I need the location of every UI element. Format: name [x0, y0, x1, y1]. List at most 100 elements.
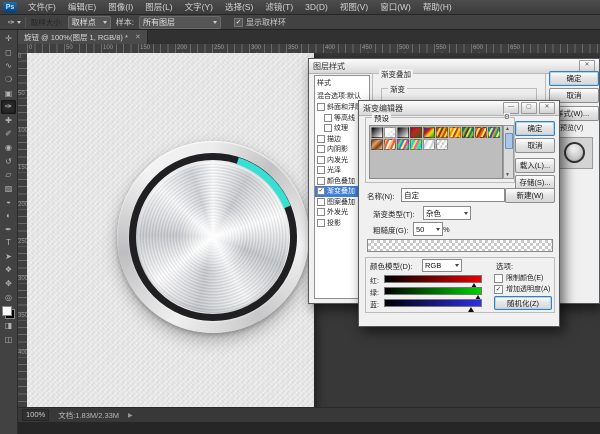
hand-tool-icon[interactable]: ✥: [1, 277, 16, 291]
style-item-checkbox[interactable]: [317, 166, 325, 174]
type-tool-icon[interactable]: T: [1, 236, 16, 250]
screen-mode-icon[interactable]: ◫: [1, 332, 16, 346]
style-item-checkbox[interactable]: [324, 124, 332, 132]
style-item-checkbox[interactable]: [317, 219, 325, 227]
close-icon[interactable]: ✕: [539, 102, 555, 114]
cancel-button[interactable]: 取消: [515, 138, 555, 153]
style-item-checkbox[interactable]: [317, 198, 325, 206]
gradient-preset-swatch[interactable]: [423, 139, 435, 150]
gradient-preset-swatch[interactable]: [410, 139, 422, 150]
gradient-preset-swatch[interactable]: [449, 127, 461, 138]
channel-gradient-bar[interactable]: [384, 287, 482, 295]
color-swatches[interactable]: [2, 306, 15, 319]
ok-button[interactable]: 确定: [515, 121, 555, 136]
style-item-checkbox[interactable]: [317, 156, 325, 164]
marquee-tool-icon[interactable]: ◻: [1, 46, 16, 60]
style-item-checkbox[interactable]: [324, 114, 332, 122]
sample-dropdown[interactable]: 所有图层: [139, 16, 221, 29]
add-transparency-checkbox[interactable]: ✓: [494, 285, 503, 294]
gradient-preview-strip[interactable]: [367, 239, 553, 252]
shape-tool-icon[interactable]: ❖: [1, 263, 16, 277]
move-tool-icon[interactable]: ✛: [1, 32, 16, 46]
zoom-tool-icon[interactable]: ◎: [1, 290, 16, 304]
gradient-preset-swatch[interactable]: [397, 127, 409, 138]
menu-item-type[interactable]: 文字(Y): [179, 0, 219, 14]
roughness-field[interactable]: 50: [413, 222, 443, 236]
menu-item-filter[interactable]: 滤镜(T): [259, 0, 299, 14]
gradient-preset-swatch[interactable]: [371, 127, 383, 138]
pen-tool-icon[interactable]: ✒: [1, 222, 16, 236]
gradient-tool-icon[interactable]: ▨: [1, 182, 16, 196]
gradient-preset-swatch[interactable]: [384, 139, 396, 150]
menu-item-edit[interactable]: 编辑(E): [62, 0, 102, 14]
gradient-preset-swatch[interactable]: [384, 127, 396, 138]
gradient-preset-swatch[interactable]: [436, 139, 448, 150]
close-icon[interactable]: ✕: [135, 33, 141, 41]
eraser-tool-icon[interactable]: ▱: [1, 168, 16, 182]
name-input[interactable]: [401, 188, 505, 202]
gradient-preset-swatch[interactable]: [488, 127, 500, 138]
style-item-checkbox[interactable]: [317, 208, 325, 216]
crop-tool-icon[interactable]: ▣: [1, 86, 16, 100]
menu-item-view[interactable]: 视图(V): [334, 0, 374, 14]
blur-tool-icon[interactable]: ◒: [1, 195, 16, 209]
menu-item-window[interactable]: 窗口(W): [374, 0, 417, 14]
eyedropper-tool-icon[interactable]: ✑: [1, 100, 16, 114]
show-ring-checkbox[interactable]: ✓: [234, 18, 243, 27]
status-menu-arrow-icon[interactable]: ▶: [128, 412, 133, 419]
maximize-icon[interactable]: ▢: [521, 102, 537, 114]
style-item-checkbox[interactable]: [317, 145, 325, 153]
dodge-tool-icon[interactable]: ◐: [1, 209, 16, 223]
quick-selection-tool-icon[interactable]: ❍: [1, 73, 16, 87]
scroll-up-icon[interactable]: ▲: [504, 126, 511, 132]
new-gradient-button[interactable]: 新建(W): [505, 188, 555, 203]
restrict-colors-checkbox[interactable]: [494, 274, 503, 283]
gradient-type-dropdown[interactable]: 杂色: [423, 206, 471, 220]
gradient-preset-swatch[interactable]: [410, 127, 422, 138]
gradient-preset-swatch[interactable]: [475, 127, 487, 138]
scroll-down-icon[interactable]: ▼: [504, 172, 511, 178]
tool-preset-picker[interactable]: ✑: [4, 17, 26, 28]
color-model-dropdown[interactable]: RGB: [422, 259, 462, 272]
canvas[interactable]: [27, 53, 314, 408]
show-ring-option[interactable]: ✓ 显示取样环: [234, 17, 286, 28]
brush-tool-icon[interactable]: ✐: [1, 127, 16, 141]
channel-gradient-bar[interactable]: [384, 299, 482, 307]
healing-brush-tool-icon[interactable]: ✚: [1, 114, 16, 128]
foreground-color-swatch[interactable]: [2, 306, 12, 316]
randomize-button[interactable]: 随机化(Z): [494, 296, 552, 310]
zoom-level-field[interactable]: 100%: [22, 409, 49, 421]
gradient-preset-swatch[interactable]: [462, 127, 474, 138]
style-item-checkbox[interactable]: [317, 103, 325, 111]
quick-mask-icon[interactable]: ◨: [1, 319, 16, 333]
lasso-tool-icon[interactable]: ∿: [1, 59, 16, 73]
style-item-checkbox[interactable]: ✓: [317, 187, 325, 195]
menu-item-image[interactable]: 图像(I): [102, 0, 139, 14]
gradient-preset-swatch[interactable]: [397, 139, 409, 150]
document-tab[interactable]: 旋钮 @ 100%(图层 1, RGB/8) * ✕: [18, 30, 148, 44]
channel-slider-thumb[interactable]: [468, 307, 474, 312]
history-brush-tool-icon[interactable]: ↺: [1, 154, 16, 168]
menu-item-select[interactable]: 选择(S): [219, 0, 259, 14]
scrollbar-thumb[interactable]: [505, 133, 513, 149]
style-item-checkbox[interactable]: [317, 177, 325, 185]
menu-item-layer[interactable]: 图层(L): [139, 0, 178, 14]
path-selection-tool-icon[interactable]: ➤: [1, 250, 16, 264]
load-button[interactable]: 载入(L)...: [515, 158, 555, 173]
gradient-preset-swatch[interactable]: [436, 127, 448, 138]
menu-item-file[interactable]: 文件(F): [22, 0, 62, 14]
add-transparency-option[interactable]: ✓ 增加透明度(A): [494, 284, 550, 294]
gradient-preset-swatch[interactable]: [371, 139, 383, 150]
restrict-colors-option[interactable]: 限制颜色(E): [494, 273, 543, 283]
gear-icon[interactable]: ⚙: [504, 113, 510, 121]
ok-button[interactable]: 确定: [549, 71, 599, 86]
sample-size-dropdown[interactable]: 取样点: [68, 16, 111, 29]
channel-gradient-bar[interactable]: [384, 275, 482, 283]
menu-item-threed[interactable]: 3D(D): [299, 0, 334, 14]
clone-stamp-tool-icon[interactable]: ◉: [1, 141, 16, 155]
gradient-preset-swatch[interactable]: [423, 127, 435, 138]
menu-item-help[interactable]: 帮助(H): [417, 0, 458, 14]
style-list-item-0[interactable]: 样式: [315, 76, 369, 89]
presets-scrollbar[interactable]: ▲ ▼: [503, 125, 514, 179]
style-item-checkbox[interactable]: [317, 135, 325, 143]
